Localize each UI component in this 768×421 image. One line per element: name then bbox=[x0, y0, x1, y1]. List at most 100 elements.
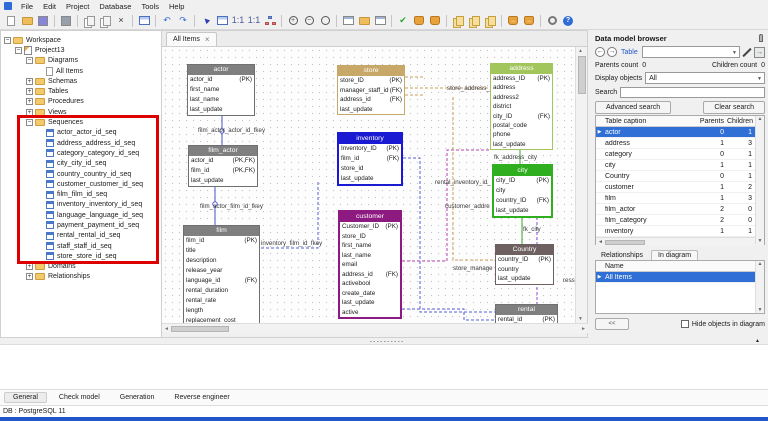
er-table-actor[interactable]: actoractor_id(PK)first_namelast_namelast… bbox=[187, 64, 255, 116]
sort-asc-icon[interactable]: 1:1 bbox=[231, 14, 245, 28]
menu-item-help[interactable]: Help bbox=[164, 2, 189, 11]
grid-row-address[interactable]: address13 bbox=[596, 138, 755, 149]
duplicate-object-icon[interactable] bbox=[467, 14, 481, 28]
tree-item-all-items[interactable]: All Items bbox=[1, 66, 161, 76]
zoom-reset-icon[interactable] bbox=[318, 14, 332, 28]
grid-row-Country[interactable]: Country01 bbox=[596, 171, 755, 182]
collapse-icon[interactable]: − bbox=[15, 47, 22, 54]
advanced-search-button[interactable]: Advanced search bbox=[595, 101, 671, 114]
tree-item-customer-customer-id-seq[interactable]: customer_customer_id_seq bbox=[1, 179, 161, 189]
expand-icon[interactable]: + bbox=[26, 88, 33, 95]
save-icon[interactable] bbox=[36, 14, 50, 28]
tree-item-address-address-id-seq[interactable]: address_address_id_seq bbox=[1, 138, 161, 148]
grid-row-film_actor[interactable]: film_actor20 bbox=[596, 204, 755, 215]
er-table-title[interactable]: Country bbox=[496, 245, 553, 255]
er-table-store[interactable]: storestore_ID(PK)manager_staff_id(FK)add… bbox=[337, 65, 405, 115]
collapse-icon[interactable]: − bbox=[26, 57, 33, 64]
er-table-title[interactable]: store bbox=[338, 66, 404, 76]
sort-desc-icon[interactable]: 1:1 bbox=[247, 14, 261, 28]
scroll-up-icon[interactable]: ▲ bbox=[578, 48, 583, 54]
hide-objects-checkbox[interactable] bbox=[681, 320, 689, 328]
relationships-icon[interactable] bbox=[263, 14, 277, 28]
table-grid-icon[interactable] bbox=[215, 14, 229, 28]
bottom-tab-check-model[interactable]: Check model bbox=[51, 393, 108, 402]
bottom-tab-reverse-engineer[interactable]: Reverse engineer bbox=[166, 393, 237, 402]
tab-relationships[interactable]: Relationships bbox=[595, 251, 649, 260]
menu-item-edit[interactable]: Edit bbox=[38, 2, 61, 11]
db-update-icon[interactable] bbox=[428, 14, 442, 28]
tree-item-sequences[interactable]: −Sequences bbox=[1, 117, 161, 127]
check-model-icon[interactable]: ✔ bbox=[396, 14, 410, 28]
vertical-scroll-thumb[interactable] bbox=[578, 56, 586, 94]
grid-row-inventory[interactable]: inventory11 bbox=[596, 226, 755, 237]
documents-icon[interactable] bbox=[357, 14, 371, 28]
undo-icon[interactable]: ↶ bbox=[160, 14, 174, 28]
collapse-icon[interactable]: − bbox=[26, 119, 33, 126]
tree-item-views[interactable]: +Views bbox=[1, 107, 161, 117]
tree-item-tables[interactable]: +Tables bbox=[1, 86, 161, 96]
er-table-Country[interactable]: Countrycountry_ID(PK)countrylast_update bbox=[495, 244, 554, 285]
tab-all-items[interactable]: All Items × bbox=[166, 32, 217, 46]
card-view-icon[interactable] bbox=[373, 14, 387, 28]
window-icon[interactable] bbox=[341, 14, 355, 28]
settings-icon[interactable] bbox=[545, 14, 559, 28]
help-icon[interactable]: ? bbox=[561, 14, 575, 28]
er-table-film[interactable]: filmfilm_id(PK)titledescriptionrelease_y… bbox=[183, 225, 260, 323]
zoom-out-icon[interactable]: − bbox=[302, 14, 316, 28]
tree-item-film-film-id-seq[interactable]: film_film_id_seq bbox=[1, 189, 161, 199]
tree-item-language-language-id-seq[interactable]: language_language_id_seq bbox=[1, 210, 161, 220]
tree-item-payment-payment-id-seq[interactable]: payment_payment_id_seq bbox=[1, 220, 161, 230]
splitter-collapse-icon[interactable]: ▲ bbox=[755, 338, 760, 344]
tree-item-diagrams[interactable]: −Diagrams bbox=[1, 56, 161, 66]
pointer-icon[interactable]: ▲ bbox=[199, 14, 213, 28]
display-objects-select[interactable]: All▼ bbox=[645, 72, 765, 84]
paste-icon[interactable] bbox=[98, 14, 112, 28]
grid-row-film_category[interactable]: film_category20 bbox=[596, 215, 755, 226]
zoom-in-icon[interactable]: + bbox=[286, 14, 300, 28]
search-input[interactable] bbox=[620, 87, 765, 98]
grid-vertical-scrollbar[interactable]: ▲▼ bbox=[755, 261, 764, 313]
er-table-title[interactable]: address bbox=[491, 64, 552, 74]
tab-close-icon[interactable]: × bbox=[205, 35, 210, 44]
grid-row-customer[interactable]: customer12 bbox=[596, 182, 755, 193]
new-file-icon[interactable] bbox=[4, 14, 18, 28]
er-table-inventory[interactable]: inventoryInventory_ID(PK)film_id(FK)stor… bbox=[337, 132, 403, 186]
collapse-icon[interactable]: − bbox=[4, 37, 11, 44]
move-object-icon[interactable] bbox=[483, 14, 497, 28]
import-icon[interactable]: → bbox=[506, 14, 520, 28]
er-table-title[interactable]: inventory bbox=[339, 134, 401, 144]
tree-item-relationships[interactable]: +Relationships bbox=[1, 272, 161, 282]
expand-icon[interactable]: + bbox=[26, 109, 33, 116]
grid-row-category[interactable]: category01 bbox=[596, 149, 755, 160]
tree-item-project13[interactable]: −Project13 bbox=[1, 45, 161, 55]
delete-icon[interactable]: × bbox=[114, 14, 128, 28]
edit-pencil-icon[interactable] bbox=[742, 47, 752, 58]
er-table-customer[interactable]: customerCustomer_ID(PK)store_IDfirst_nam… bbox=[338, 210, 402, 319]
scroll-right-icon[interactable]: ► bbox=[581, 326, 586, 332]
menu-item-project[interactable]: Project bbox=[61, 2, 94, 11]
redo-icon[interactable]: ↷ bbox=[176, 14, 190, 28]
export-icon[interactable]: → bbox=[522, 14, 536, 28]
scroll-left-icon[interactable]: ◄ bbox=[164, 326, 169, 332]
scroll-down-icon[interactable]: ▼ bbox=[578, 316, 583, 322]
db-generate-icon[interactable] bbox=[412, 14, 426, 28]
horizontal-scroll-thumb[interactable] bbox=[171, 326, 229, 332]
expand-icon[interactable]: + bbox=[26, 98, 33, 105]
expand-icon[interactable]: + bbox=[26, 263, 33, 270]
prev-table-button[interactable]: ← bbox=[595, 47, 605, 57]
collapse-button[interactable]: << bbox=[595, 318, 629, 330]
grid-vertical-scrollbar[interactable]: ▲▼ bbox=[755, 116, 764, 244]
new-table-icon[interactable] bbox=[137, 14, 151, 28]
er-table-film_actor[interactable]: film_actoractor_id(PK,FK)film_id(PK,FK)l… bbox=[188, 145, 258, 187]
er-table-city[interactable]: citycity_ID(PK)citycountry_ID(FK)last_up… bbox=[492, 164, 553, 218]
print-icon[interactable] bbox=[59, 14, 73, 28]
diagram-canvas[interactable]: actoractor_id(PK)first_namelast_namelast… bbox=[162, 47, 575, 323]
er-table-title[interactable]: film_actor bbox=[189, 146, 257, 156]
expand-icon[interactable]: + bbox=[26, 273, 33, 280]
er-table-title[interactable]: city bbox=[494, 166, 551, 176]
er-table-title[interactable]: film bbox=[184, 226, 259, 236]
grid-row-actor[interactable]: ▶actor01 bbox=[596, 127, 755, 138]
tree-item-staff-staff-id-seq[interactable]: staff_staff_id_seq bbox=[1, 241, 161, 251]
splitter-handle[interactable] bbox=[369, 340, 403, 343]
table-select[interactable]: ▼ bbox=[642, 46, 740, 58]
